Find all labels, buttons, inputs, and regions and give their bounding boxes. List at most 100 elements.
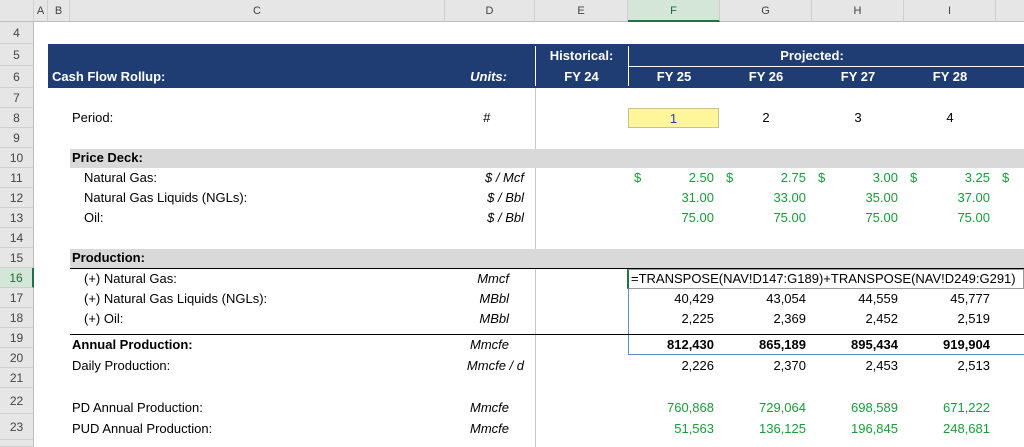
production-value[interactable]: 44,559 xyxy=(812,289,898,309)
production-title: Production: xyxy=(72,250,145,265)
daily-production-label: Daily Production: xyxy=(72,358,171,373)
price-row-label: Natural Gas Liquids (NGLs): xyxy=(84,190,248,205)
row-header[interactable]: 21 xyxy=(0,368,34,388)
column-header-next[interactable] xyxy=(996,0,1024,22)
price-value[interactable]: 75.00 xyxy=(830,208,898,228)
annual-production-unit: Mmcfe xyxy=(470,337,509,352)
row-header[interactable]: 14 xyxy=(0,228,34,248)
annual-production-value[interactable]: 812,430 xyxy=(628,335,714,355)
pd-production-value[interactable]: 698,589 xyxy=(812,398,898,418)
column-header-h[interactable]: H xyxy=(812,0,904,22)
row-header[interactable]: 23 xyxy=(0,414,34,440)
year-header: FY 25 xyxy=(656,69,692,84)
period-input-fy25[interactable]: 1 xyxy=(628,108,719,128)
production-value[interactable]: 2,369 xyxy=(720,309,806,329)
production-value[interactable]: 2,225 xyxy=(628,309,714,329)
period-value[interactable]: 4 xyxy=(904,108,996,128)
row-header[interactable]: 5 xyxy=(0,44,34,66)
price-value[interactable]: 35.00 xyxy=(830,188,898,208)
column-header-g[interactable]: G xyxy=(720,0,812,22)
row-header-active[interactable]: 16 xyxy=(0,268,34,288)
period-unit: # xyxy=(483,110,491,125)
pud-production-value[interactable]: 248,681 xyxy=(904,419,990,439)
row-header[interactable]: 9 xyxy=(0,128,34,148)
pud-production-value[interactable]: 51,563 xyxy=(628,419,714,439)
row-header[interactable]: 8 xyxy=(0,108,34,128)
units-header: Units: xyxy=(470,69,507,84)
year-header: FY 24 xyxy=(564,69,599,84)
pd-production-value[interactable]: 760,868 xyxy=(628,398,714,418)
price-value[interactable]: 2.75 xyxy=(738,168,806,188)
production-row-unit: MBbl xyxy=(479,311,509,326)
daily-production-value[interactable]: 2,226 xyxy=(628,356,714,376)
period-value[interactable]: 2 xyxy=(720,108,812,128)
price-value[interactable]: 75.00 xyxy=(738,208,806,228)
daily-production-value[interactable]: 2,513 xyxy=(904,356,990,376)
currency-symbol: $ xyxy=(818,170,826,185)
price-value[interactable]: 3.25 xyxy=(922,168,990,188)
section-title: Cash Flow Rollup: xyxy=(52,69,166,84)
price-value[interactable]: 31.00 xyxy=(646,188,714,208)
pud-production-unit: Mmcfe xyxy=(470,421,509,436)
annual-production-value[interactable]: 865,189 xyxy=(720,335,806,355)
price-value[interactable]: 2.50 xyxy=(646,168,714,188)
currency-symbol: $ xyxy=(726,170,734,185)
row-header[interactable]: 6 xyxy=(0,66,34,88)
annual-production-value[interactable]: 895,434 xyxy=(812,335,898,355)
price-value[interactable]: 3.00 xyxy=(830,168,898,188)
production-value[interactable]: 40,429 xyxy=(628,289,714,309)
production-row-label: (+) Natural Gas: xyxy=(84,271,177,286)
production-value[interactable]: 43,054 xyxy=(720,289,806,309)
daily-production-unit: Mmcfe / d xyxy=(466,358,524,373)
column-header-b[interactable]: B xyxy=(48,0,70,22)
projected-label: Projected: xyxy=(780,48,844,63)
column-header-d[interactable]: D xyxy=(445,0,535,22)
row-header[interactable]: 12 xyxy=(0,188,34,208)
annual-production-label: Annual Production: xyxy=(72,337,193,352)
row-header[interactable]: 19 xyxy=(0,328,34,348)
price-value[interactable]: 75.00 xyxy=(922,208,990,228)
production-row-unit: MBbl xyxy=(479,291,509,306)
column-header-f[interactable]: F xyxy=(628,0,720,22)
production-row-label: (+) Oil: xyxy=(84,311,124,326)
price-row-label: Oil: xyxy=(84,210,104,225)
pud-production-value[interactable]: 136,125 xyxy=(720,419,806,439)
period-label: Period: xyxy=(72,110,114,125)
currency-symbol: $ xyxy=(1002,170,1010,185)
production-value[interactable]: 2,519 xyxy=(904,309,990,329)
currency-symbol: $ xyxy=(634,170,642,185)
price-value[interactable]: 33.00 xyxy=(738,188,806,208)
column-header-i[interactable]: I xyxy=(904,0,996,22)
row-header[interactable]: 11 xyxy=(0,168,34,188)
period-value[interactable]: 3 xyxy=(812,108,904,128)
formula-text[interactable]: =TRANSPOSE(NAV!D147:G189)+TRANSPOSE(NAV!… xyxy=(631,269,1023,289)
row-header[interactable]: 20 xyxy=(0,348,34,368)
row-header[interactable]: 22 xyxy=(0,388,34,414)
select-all-corner[interactable] xyxy=(0,0,34,22)
row-header[interactable]: 18 xyxy=(0,308,34,328)
pud-production-value[interactable]: 196,845 xyxy=(812,419,898,439)
year-header: FY 28 xyxy=(932,69,968,84)
column-header-a[interactable]: A xyxy=(34,0,48,22)
production-value[interactable]: 2,452 xyxy=(812,309,898,329)
historical-label: Historical: xyxy=(549,48,614,63)
row-header[interactable]: 7 xyxy=(0,88,34,108)
price-value[interactable]: 37.00 xyxy=(922,188,990,208)
row-header[interactable]: 4 xyxy=(0,22,34,44)
production-value[interactable]: 45,777 xyxy=(904,289,990,309)
row-header[interactable]: 17 xyxy=(0,288,34,308)
production-row-label: (+) Natural Gas Liquids (NGLs): xyxy=(84,291,268,306)
pd-production-value[interactable]: 671,222 xyxy=(904,398,990,418)
production-row-unit: Mmcf xyxy=(477,271,509,286)
daily-production-value[interactable]: 2,370 xyxy=(720,356,806,376)
row-header[interactable]: 15 xyxy=(0,248,34,268)
daily-production-value[interactable]: 2,453 xyxy=(812,356,898,376)
row-header[interactable]: 10 xyxy=(0,148,34,168)
annual-production-value[interactable]: 919,904 xyxy=(904,335,990,355)
price-deck-title: Price Deck: xyxy=(72,150,143,165)
column-header-e[interactable]: E xyxy=(535,0,628,22)
pd-production-value[interactable]: 729,064 xyxy=(720,398,806,418)
row-header[interactable]: 13 xyxy=(0,208,34,228)
price-value[interactable]: 75.00 xyxy=(646,208,714,228)
column-header-c[interactable]: C xyxy=(70,0,445,22)
